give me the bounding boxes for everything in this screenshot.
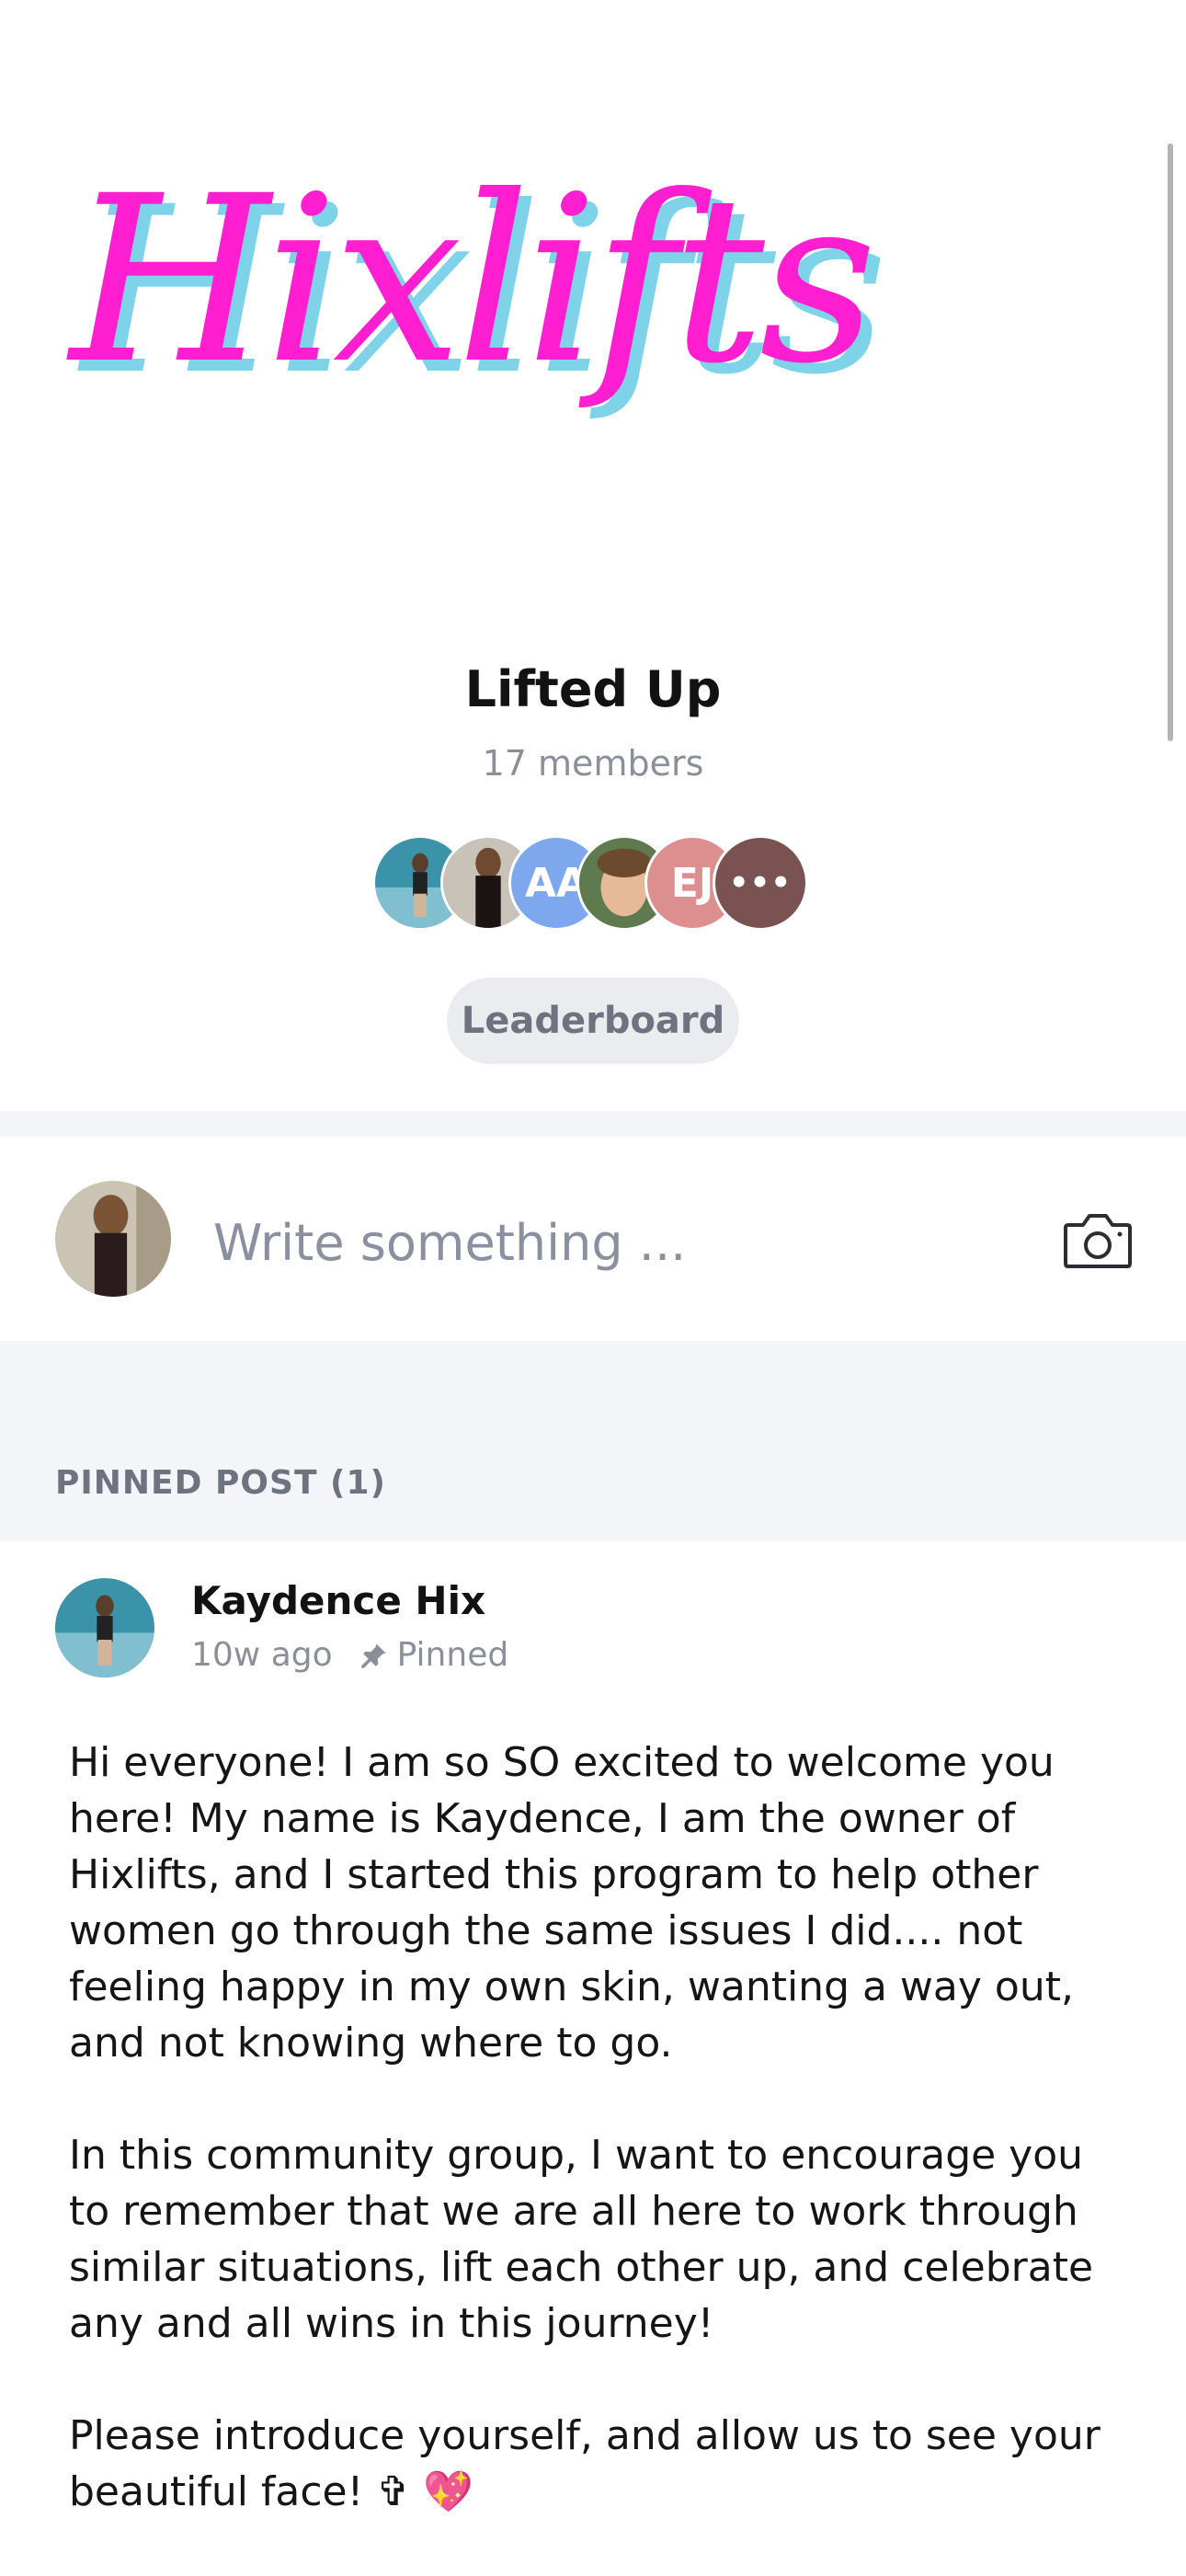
write-something-input[interactable]: Write something ...: [213, 1214, 686, 1272]
member-count[interactable]: 17 members: [0, 743, 1186, 784]
post-paragraph: Please introduce yourself, and allow us …: [69, 2412, 1100, 2515]
leaderboard-button[interactable]: Leaderboard: [447, 978, 739, 1064]
pin-icon: [360, 1643, 386, 1668]
post-meta: 10w ago Pinned: [191, 1636, 508, 1674]
pinned-post[interactable]: Kaydence Hix 10w ago Pinned Hi everyone!…: [0, 1541, 1186, 2571]
post-time: 10w ago: [191, 1636, 333, 1674]
post-body: Hi everyone! I am so SO excited to welco…: [69, 1735, 1135, 2576]
more-members-avatar[interactable]: •••: [713, 835, 808, 931]
scrollbar[interactable]: [1168, 143, 1173, 741]
group-title: Lifted Up: [464, 660, 722, 718]
section-divider: [0, 1111, 1186, 1137]
member-avatar-stack[interactable]: AA EJ •••: [372, 835, 819, 931]
pinned-post-label: PINNED POST (1): [55, 1464, 387, 1502]
pinned-status: Pinned: [396, 1636, 509, 1674]
camera-icon[interactable]: [1063, 1212, 1133, 1269]
post-paragraph: In this community group, I want to encou…: [69, 2132, 1094, 2347]
post-author[interactable]: Kaydence Hix: [191, 1578, 485, 1623]
post-paragraph: Hi everyone! I am so SO excited to welco…: [69, 1739, 1074, 2067]
hixlifts-logo: Hixlifts Hixlifts: [64, 143, 1149, 446]
post-composer[interactable]: Write something ...: [0, 1137, 1186, 1341]
current-user-avatar: [55, 1181, 171, 1297]
pinned-section-header: [0, 1341, 1186, 1541]
author-avatar[interactable]: [55, 1578, 154, 1677]
svg-text:Hixlifts: Hixlifts: [66, 146, 872, 414]
